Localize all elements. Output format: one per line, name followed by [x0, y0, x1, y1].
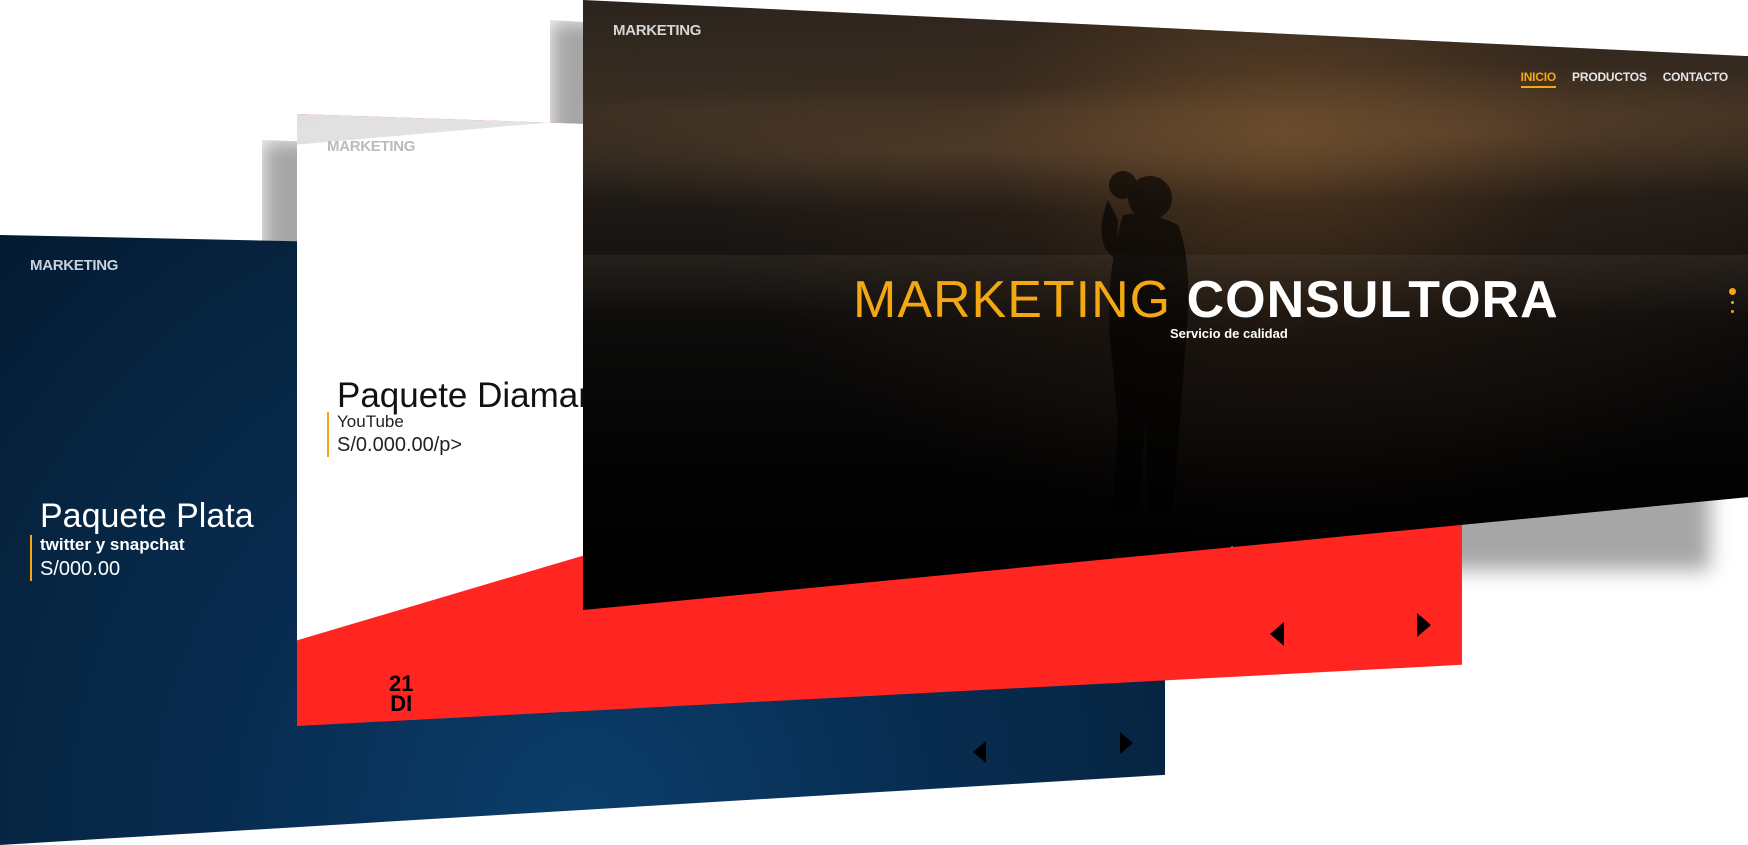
date-label: DI — [390, 691, 413, 716]
hero-subtitle: Servicio de calidad — [1170, 326, 1288, 341]
arrow-left-icon[interactable] — [973, 741, 986, 763]
slide-dot[interactable] — [1731, 310, 1734, 313]
package-info: YouTube S/0.000.00/p> — [327, 412, 462, 457]
hero-title-part1: MARKETING — [853, 271, 1172, 329]
brand-logo: MARKETING — [327, 138, 416, 155]
brand-logo: MARKETING — [30, 257, 119, 274]
brand-logo: MARKETING — [613, 22, 702, 39]
stage: MARKETING Paquete Plata twitter y snapch… — [0, 0, 1748, 845]
arrow-right-icon[interactable] — [1120, 732, 1133, 754]
slide-dot[interactable] — [1731, 301, 1734, 304]
arrow-right-icon[interactable] — [1417, 613, 1431, 637]
package-networks: YouTube — [337, 412, 404, 431]
nav-contacto[interactable]: CONTACTO — [1663, 70, 1728, 88]
main-nav: INICIO PRODUCTOS CONTACTO — [1520, 70, 1728, 88]
hero-title-part2: CONSULTORA — [1186, 271, 1559, 329]
hero-title: MARKETING CONSULTORA — [853, 270, 1559, 330]
nav-productos[interactable]: PRODUCTOS — [1572, 70, 1647, 88]
package-title: Paquete Plata — [40, 497, 254, 535]
package-price: S/000.00 — [40, 558, 121, 580]
package-price: S/0.000.00/p> — [337, 434, 463, 456]
slide-dots — [1729, 288, 1736, 313]
nav-inicio[interactable]: INICIO — [1520, 70, 1556, 88]
package-networks: twitter y snapchat — [40, 535, 185, 554]
arrow-left-icon[interactable] — [1270, 622, 1284, 646]
slide-dot-active[interactable] — [1729, 288, 1736, 295]
package-info: twitter y snapchat S/000.00 — [30, 535, 185, 581]
date-badge: 21 DI — [389, 673, 413, 716]
